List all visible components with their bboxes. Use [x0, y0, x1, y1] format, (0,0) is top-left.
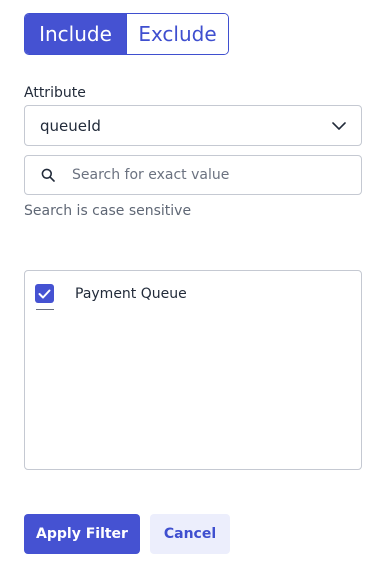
values-list: Payment Queue — [24, 270, 362, 470]
list-item[interactable]: Payment Queue — [35, 284, 187, 303]
attribute-select[interactable]: queueId — [24, 105, 362, 146]
check-icon — [38, 289, 51, 298]
item-checkbox[interactable] — [35, 284, 54, 303]
search-icon — [40, 168, 55, 183]
search-field — [24, 155, 362, 195]
include-toggle-button[interactable]: Include — [25, 14, 126, 54]
attribute-label: Attribute — [24, 85, 86, 101]
include-exclude-toggle: Include Exclude — [24, 13, 229, 55]
cancel-button[interactable]: Cancel — [150, 514, 230, 554]
list-item-label: Payment Queue — [75, 285, 187, 302]
apply-filter-button[interactable]: Apply Filter — [24, 514, 140, 554]
focus-underline — [36, 309, 54, 310]
exclude-toggle-button[interactable]: Exclude — [126, 14, 228, 54]
search-input[interactable] — [72, 167, 361, 183]
attribute-select-value: queueId — [40, 116, 101, 135]
chevron-down-icon — [331, 121, 347, 131]
search-hint: Search is case sensitive — [24, 203, 192, 219]
